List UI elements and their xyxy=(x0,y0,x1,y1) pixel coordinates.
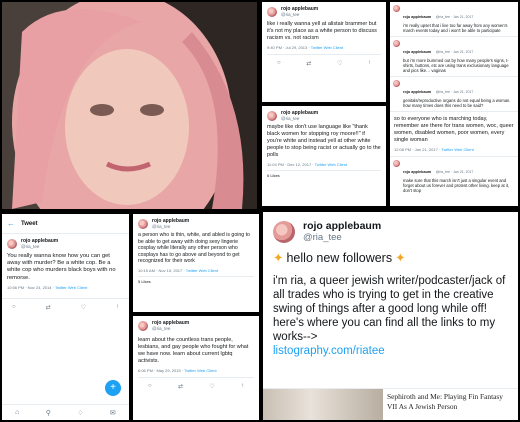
tweet-time: 10:15 AM · Nov 15, 2017 · xyxy=(138,267,186,273)
like-icon[interactable]: ♡ xyxy=(81,304,86,311)
share-icon[interactable]: ↑ xyxy=(368,60,371,67)
retweet-icon[interactable]: ⇄ xyxy=(178,383,183,390)
author-handle: @ria_tee · Jan 21, 2017 xyxy=(435,15,474,19)
tweet-card-cosplay: rojo applebaum @ria_tee a person who is … xyxy=(133,214,259,312)
avatar xyxy=(267,6,277,17)
author-handle: @ria_tee · Jan 21, 2017 xyxy=(435,170,474,174)
author-handle: @ria_tee xyxy=(152,326,171,331)
tweet-text: but i'm more bummed out by how many peop… xyxy=(403,58,509,73)
avatar xyxy=(138,320,148,331)
like-icon[interactable]: ♡ xyxy=(209,383,214,390)
tweet-text: i'm really upset that i live too far awa… xyxy=(403,23,508,33)
author-handle: @ria_tee xyxy=(281,116,300,121)
avatar xyxy=(138,218,148,229)
tweet-text: make sure that this march isn't just a s… xyxy=(403,178,510,193)
author-handle: @ria_tee xyxy=(152,224,171,229)
tweet-link[interactable]: listography.com/riatee xyxy=(273,344,508,358)
home-icon[interactable]: ⌂ xyxy=(15,409,19,416)
tweet-text: learn about the countless trans people, … xyxy=(138,337,249,364)
thread-tweet-3: rojo applebaum @ria_tee · Jan 21, 2017 g… xyxy=(390,77,518,112)
tweet-source[interactable]: Twitter Web Client xyxy=(186,268,218,273)
tweet-time: 11:04 PM · Dec 12, 2017 · xyxy=(267,162,315,167)
tweet-source[interactable]: Twitter Web Client xyxy=(184,368,216,373)
avatar xyxy=(393,40,400,47)
tweet-text: i'm ria, a queer jewish writer/podcaster… xyxy=(273,275,506,343)
author-handle: @ria_tee xyxy=(281,12,300,17)
author-name: rojo applebaum xyxy=(403,50,432,54)
tweet-source[interactable]: Twitter Web Client xyxy=(315,162,347,167)
tweet-text: a person who is thin, white, and abled i… xyxy=(138,232,250,265)
tweet-card-trans: rojo applebaum @ria_tee learn about the … xyxy=(133,316,259,420)
reply-icon[interactable]: ○ xyxy=(12,304,16,311)
preview-image xyxy=(263,389,383,420)
share-icon[interactable]: ↑ xyxy=(116,304,119,311)
tweet-screen-murder: ← Tweet rojo applebaum @ria_tee You real… xyxy=(2,214,129,420)
tweet-time: 9:40 PM · Jul 29, 2013 · xyxy=(267,45,311,50)
thread-tweet-2: rojo applebaum @ria_tee · Jan 21, 2017 b… xyxy=(390,37,518,77)
tweet-card-hello: rojo applebaum @ria_tee ✦ hello new foll… xyxy=(263,212,518,420)
tweet-greeting: hello new followers xyxy=(286,251,393,265)
author-name: rojo applebaum xyxy=(403,90,432,94)
author-handle: @ria_tee xyxy=(21,244,40,249)
tweet-card-ajb: rojo applebaum @ria_tee like i really wa… xyxy=(262,2,386,102)
avatar xyxy=(7,238,17,249)
author-name: rojo applebaum xyxy=(303,220,382,232)
preview-title: Sephiroth and Me: Playing Fin Fantasy VI… xyxy=(387,392,503,411)
author-name: rojo applebaum xyxy=(403,15,432,19)
tweet-text: genitals/reproductive organs do not equa… xyxy=(403,98,511,108)
tweet-source[interactable]: Twitter Web Client xyxy=(55,285,87,290)
sparkle-star-icon: ✦ xyxy=(273,251,284,265)
author-handle: @ria_tee xyxy=(303,232,342,243)
back-arrow-icon[interactable]: ← xyxy=(7,219,15,228)
reply-icon[interactable]: ○ xyxy=(277,60,281,67)
like-count: 6 Likes xyxy=(267,170,381,178)
avatar xyxy=(393,160,400,167)
notifications-icon[interactable]: ♢ xyxy=(77,409,83,417)
author-handle: @ria_tee · Jan 21, 2017 xyxy=(435,50,474,54)
avatar xyxy=(273,220,295,243)
reply-icon[interactable]: ○ xyxy=(148,383,152,390)
like-icon[interactable]: ♡ xyxy=(337,60,342,67)
author-handle: @ria_tee · Jan 21, 2017 xyxy=(435,90,474,94)
link-preview-card[interactable]: Sephiroth and Me: Playing Fin Fantasy VI… xyxy=(263,388,518,420)
share-icon[interactable]: ↑ xyxy=(241,383,244,390)
retweet-icon[interactable]: ⇄ xyxy=(46,304,51,311)
tweet-source[interactable]: Twitter Web Client xyxy=(311,45,343,50)
tweet-text: so to everyone who is marching today, re… xyxy=(394,116,514,143)
thread-column: rojo applebaum @ria_tee · Jan 21, 2017 i… xyxy=(390,2,518,206)
tweet-time: 6:06 PM · May 29, 2015 · xyxy=(138,368,185,373)
tweet-text: like i really wanna yell at alistair bra… xyxy=(267,21,377,41)
thread-tweet-5: rojo applebaum @ria_tee · Jan 21, 2017 m… xyxy=(390,157,518,196)
thread-tweet-1: rojo applebaum @ria_tee · Jan 21, 2017 i… xyxy=(390,2,518,37)
tweet-text: maybe like don't use language like "than… xyxy=(267,124,381,158)
author-name: rojo applebaum xyxy=(403,170,432,174)
screen-title: Tweet xyxy=(21,220,38,227)
tweet-card-thank: rojo applebaum @ria_tee maybe like don't… xyxy=(262,106,386,206)
avatar xyxy=(393,80,400,87)
messages-icon[interactable]: ✉ xyxy=(110,409,116,417)
like-count: 5 Likes xyxy=(138,275,254,284)
tweet-text: You really wanna know how you can get aw… xyxy=(7,253,116,281)
tweet-time: 10:56 PM · Nov 24, 2014 · xyxy=(7,284,55,290)
compose-button[interactable]: + xyxy=(105,380,121,396)
profile-photo xyxy=(2,2,257,209)
avatar xyxy=(393,5,400,12)
selfie-image xyxy=(2,2,257,209)
tweet-time: 12:08 PM · Jan 21, 2017 · xyxy=(394,147,442,152)
sparkle-star-icon: ✦ xyxy=(395,251,406,265)
avatar xyxy=(267,110,277,121)
tweet-source[interactable]: Twitter Web Client xyxy=(441,147,473,152)
thread-tweet-4: so to everyone who is marching today, re… xyxy=(390,112,518,157)
retweet-icon[interactable]: ⇄ xyxy=(306,60,311,67)
search-icon[interactable]: ⚲ xyxy=(46,409,51,417)
